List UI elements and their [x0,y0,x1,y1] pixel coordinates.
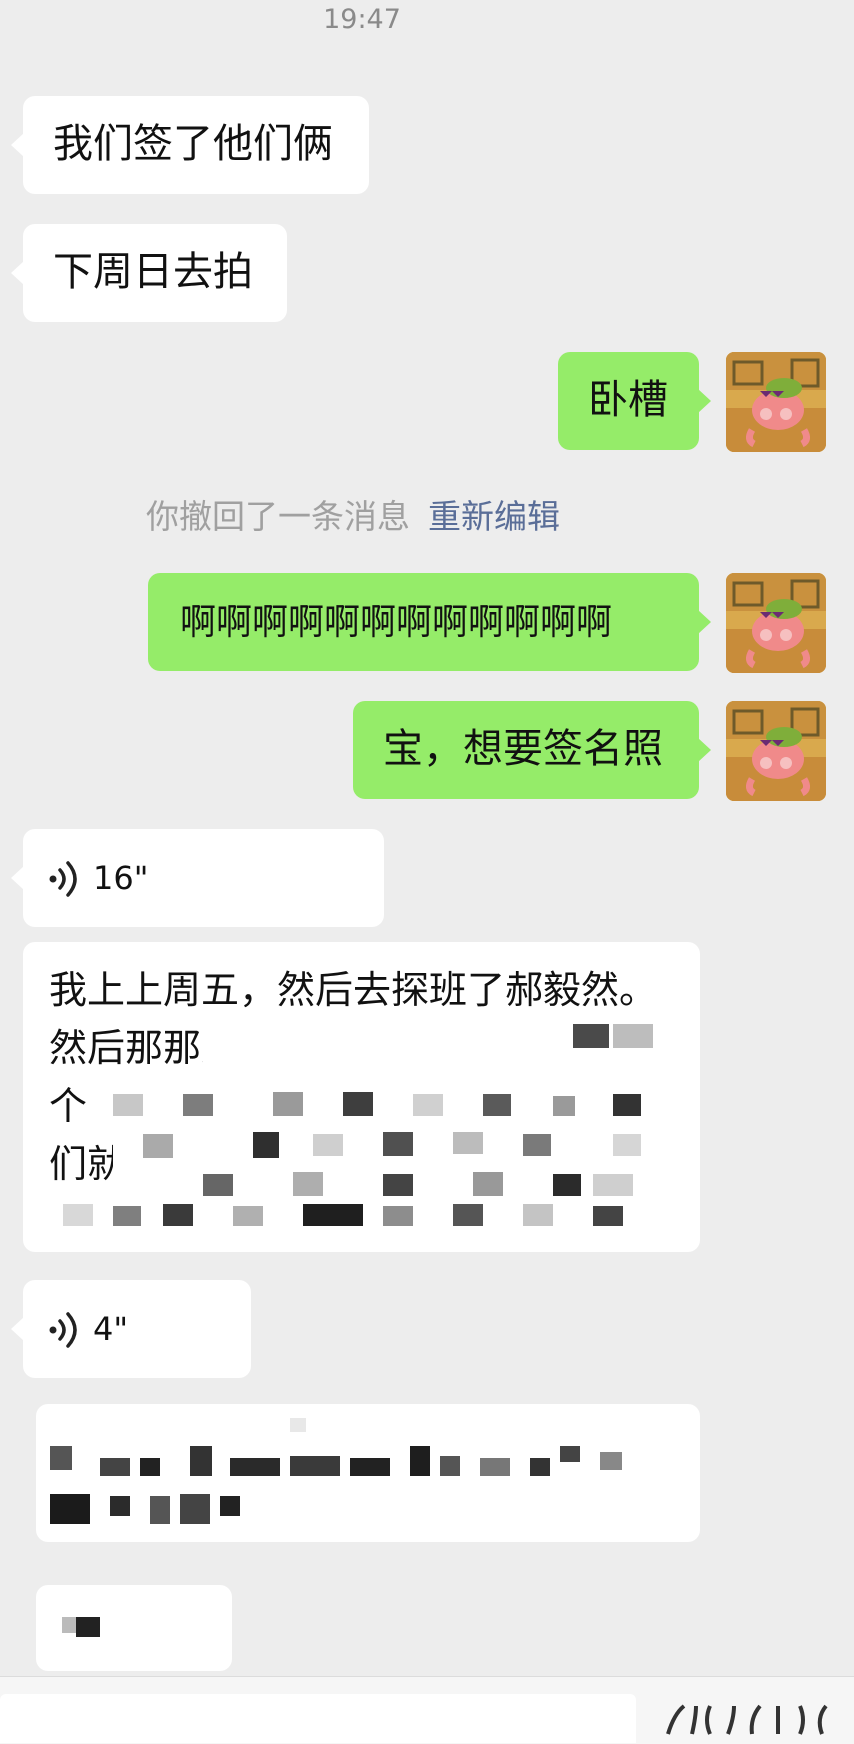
message-bubble-received[interactable]: 我们签了他们俩 [11,96,369,194]
voice-duration: 16" [93,859,149,897]
message-text-line: 我上上周五，然后去探班了郝毅然。 [49,968,658,1012]
message-text: 我们签了他们俩 [53,121,333,167]
redacted-mosaic [53,1024,673,1244]
message-bubble-received-redacted[interactable] [36,1404,700,1542]
message-text: 卧槽 [588,377,668,423]
cartoon-character-avatar-icon [726,701,826,801]
message-bubble-received[interactable]: 下周日去拍 [11,224,287,322]
message-bubble-received-redacted[interactable] [36,1585,232,1671]
recall-notice: 你撤回了一条消息 重新编辑 [146,490,560,538]
voice-wave-icon [49,1312,77,1348]
recall-text: 你撤回了一条消息 [146,497,410,536]
message-bubble-sent[interactable]: 宝，想要签名照 [353,701,711,799]
voice-wave-icon [49,861,77,897]
voice-duration: 4" [93,1310,129,1348]
message-text: 宝，想要签名照 [383,726,663,772]
message-input[interactable] [0,1694,636,1743]
redacted-mosaic [50,1418,622,1524]
message-bubble-sent[interactable]: 卧槽 [558,352,711,450]
voice-message-bubble[interactable]: 4" [11,1280,251,1378]
toolbar-partial-icons [666,1704,828,1735]
message-timestamp: 19:47 [323,4,401,35]
cartoon-character-avatar-icon [726,573,826,673]
cartoon-character-avatar-icon [726,352,826,452]
user-avatar[interactable] [726,701,826,801]
message-bubble-received[interactable]: 我上上周五，然后去探班了郝毅然。 然后那那天好像是魔法世家 个 们就决 [23,942,700,1252]
voice-message-bubble[interactable]: 16" [11,829,384,927]
redacted-mosaic [62,1617,100,1637]
user-avatar[interactable] [726,352,826,452]
message-text: 下周日去拍 [53,249,253,295]
message-text: 啊啊啊啊啊啊啊啊啊啊啊啊 [180,602,613,643]
message-bubble-sent[interactable]: 啊啊啊啊啊啊啊啊啊啊啊啊 [148,573,711,671]
re-edit-link[interactable]: 重新编辑 [428,497,560,536]
user-avatar[interactable] [726,573,826,673]
